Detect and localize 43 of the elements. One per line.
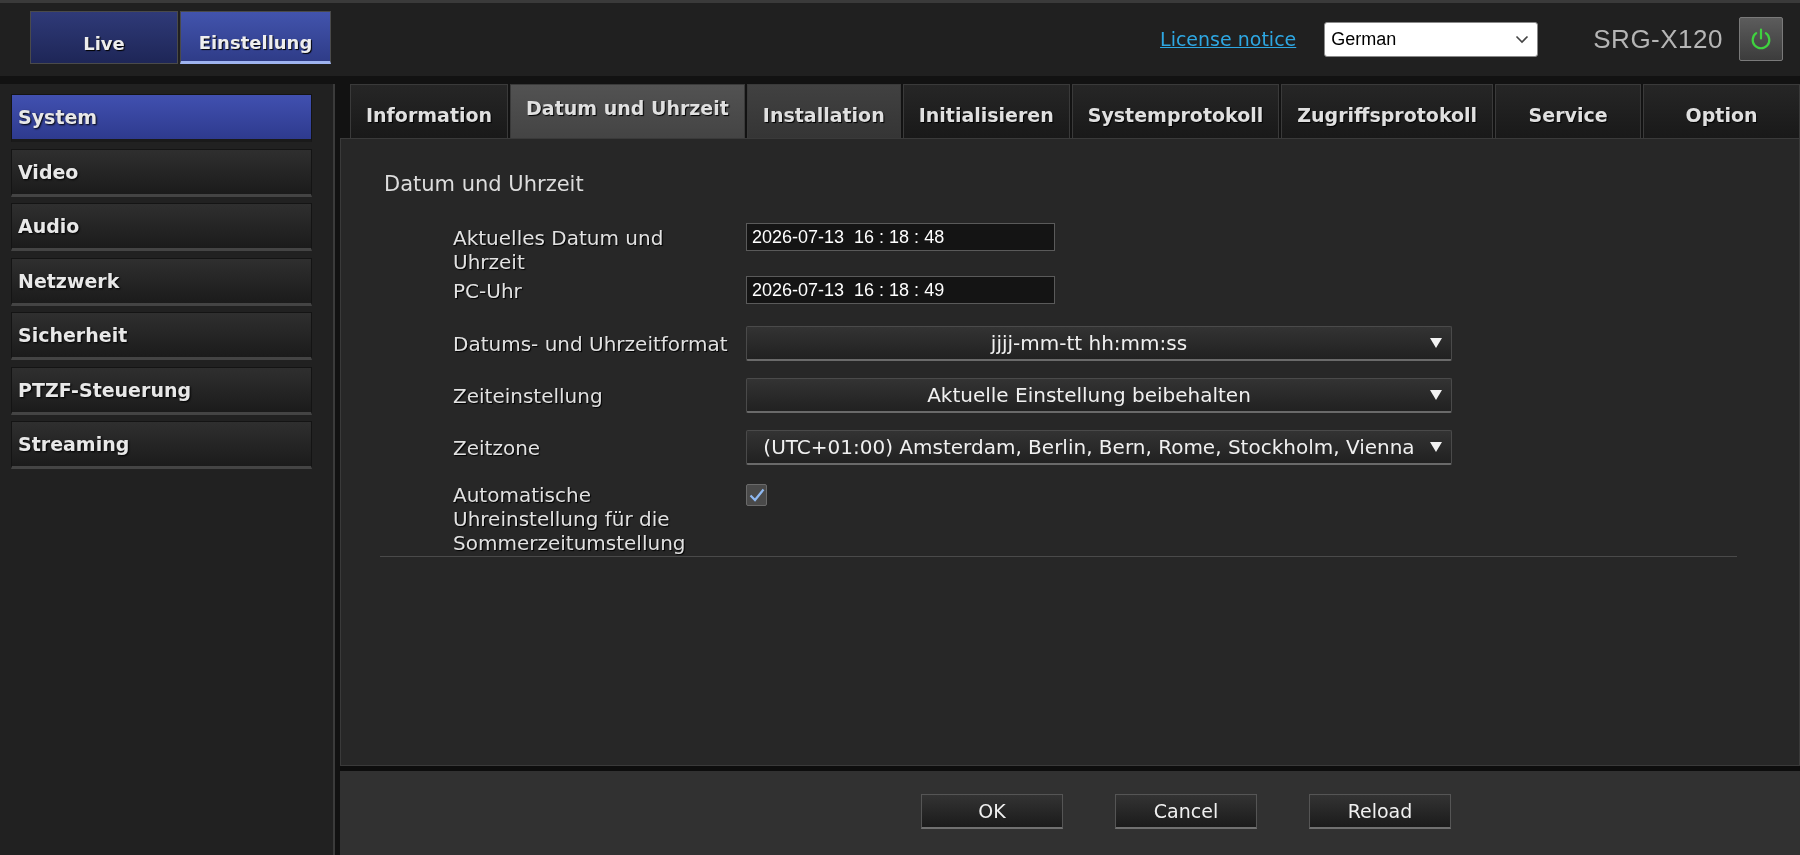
mode-tab[interactable]: Einstellung <box>180 11 331 64</box>
chevron-icon <box>1515 34 1530 44</box>
field-label: PC-Uhr <box>453 278 523 303</box>
tab[interactable]: Installation <box>746 84 901 138</box>
dropdown[interactable]: jjjj-mm-tt hh:mm:ss <box>746 326 1452 361</box>
checkbox[interactable] <box>746 484 767 506</box>
mode-tab[interactable]: Live <box>30 11 178 64</box>
tab[interactable]: Systemprotokoll <box>1071 84 1280 138</box>
sidebar-item[interactable]: Netzwerk <box>11 257 312 306</box>
tab[interactable]: Option <box>1643 84 1800 138</box>
caret-icon <box>1430 390 1442 400</box>
sidebar-item[interactable]: Sicherheit <box>11 312 312 360</box>
action-button[interactable]: Cancel <box>1115 794 1257 829</box>
dropdown[interactable]: Aktuelle Einstellung beibehalten <box>746 378 1452 413</box>
dropdown[interactable]: (UTC+01:00) Amsterdam, Berlin, Bern, Rome, Stockholm, Vienna <box>746 430 1452 465</box>
field-label: Zeitzone <box>453 435 542 460</box>
power-icon <box>1749 27 1773 51</box>
sidebar-item[interactable]: PTZF-Steuerung <box>11 366 312 415</box>
caret-icon <box>1430 338 1442 348</box>
license-notice-link[interactable]: License notice <box>1160 28 1297 50</box>
model-name: SRG-X120 <box>1593 23 1723 55</box>
section-heading: Datum und Uhrzeit <box>384 172 585 196</box>
tab[interactable]: Initialisieren <box>902 84 1070 138</box>
tab[interactable]: Service <box>1495 84 1642 138</box>
sidebar-item[interactable]: Audio <box>11 203 312 251</box>
power-button[interactable] <box>1739 17 1783 61</box>
tab[interactable]: Datum und Uhrzeit <box>510 84 745 138</box>
tab[interactable]: Zugriffsprotokoll <box>1281 84 1494 138</box>
text-field[interactable]: 2026-07-13 16 : 18 : 48 <box>746 223 1055 251</box>
checkmark-icon <box>748 488 765 502</box>
tab[interactable]: Information <box>350 84 509 138</box>
action-button[interactable]: OK <box>921 794 1063 829</box>
field-label: Aktuelles Datum und Uhrzeit <box>453 225 665 274</box>
sidebar-item[interactable]: Video <box>11 148 312 197</box>
text-field[interactable]: 2026-07-13 16 : 18 : 49 <box>746 276 1055 304</box>
sidebar-item[interactable]: System <box>11 94 312 142</box>
field-label: Automatische Uhreinstellung für die Sommerzeitumstellung <box>453 483 687 555</box>
field-label: Datums- und Uhrzeitformat <box>453 331 729 356</box>
language-select[interactable]: German <box>1324 21 1539 57</box>
action-button[interactable]: Reload <box>1309 794 1451 829</box>
caret-icon <box>1430 442 1442 452</box>
field-label: Zeiteinstellung <box>453 383 604 408</box>
sidebar-item[interactable]: Streaming <box>11 421 312 469</box>
